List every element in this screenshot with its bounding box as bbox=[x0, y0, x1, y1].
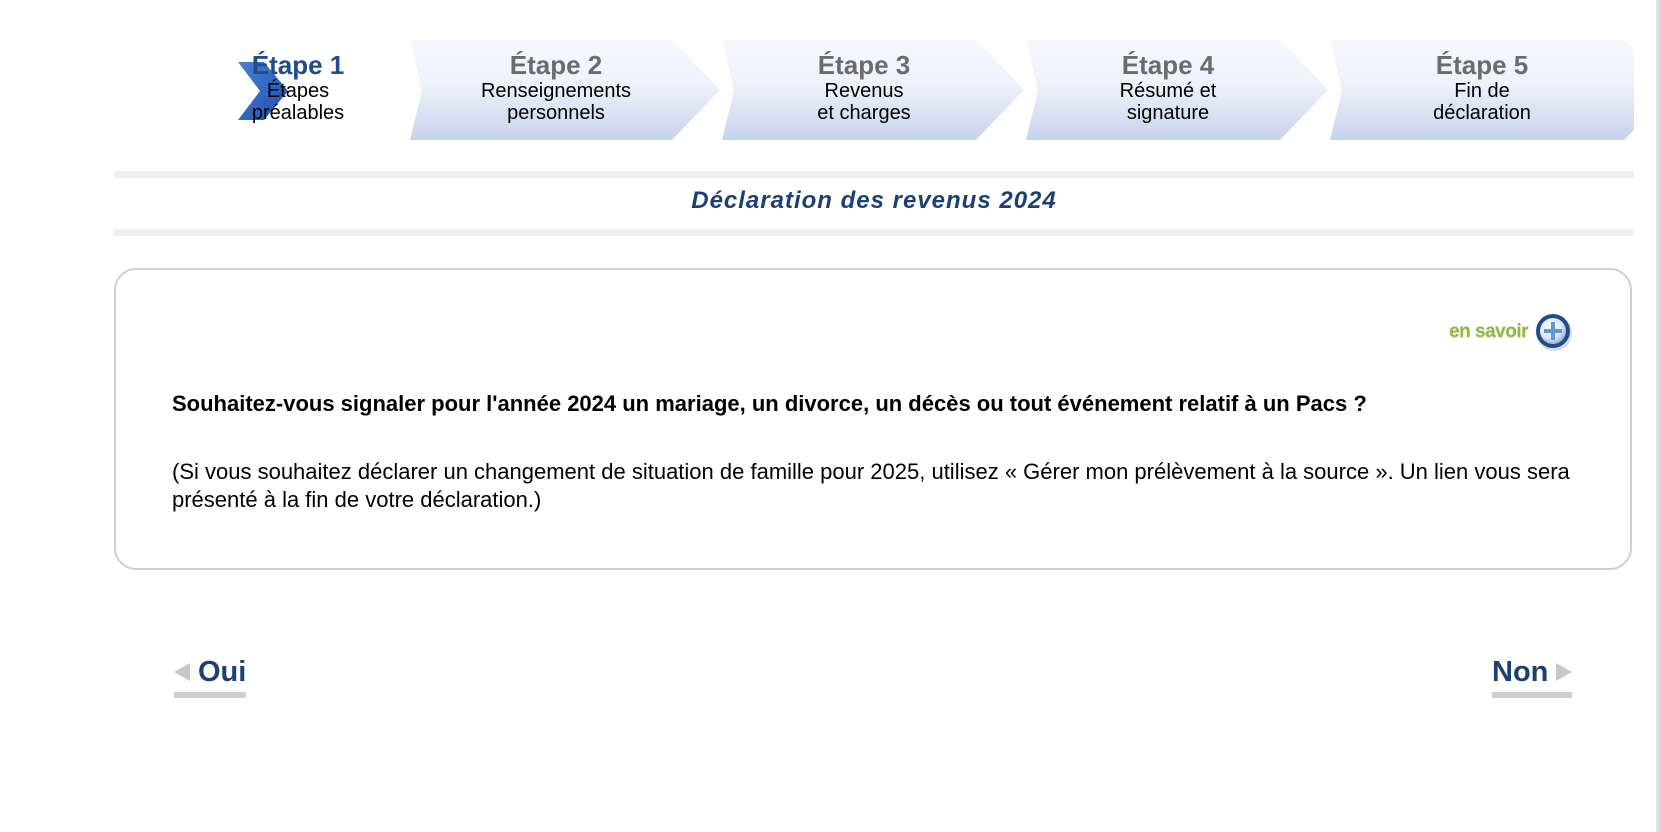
oui-button[interactable]: Oui bbox=[174, 652, 247, 698]
step-3-subtitle: Revenus et charges bbox=[817, 80, 911, 124]
non-button[interactable]: Non bbox=[1492, 652, 1573, 698]
en-savoir-plus-link[interactable]: en savoir bbox=[1449, 312, 1574, 352]
en-savoir-label: en savoir bbox=[1449, 321, 1528, 342]
step-3: Étape 3 Revenus et charges bbox=[722, 40, 1024, 140]
triangle-left-icon bbox=[174, 663, 190, 681]
page-title: Déclaration des revenus 2024 bbox=[691, 187, 1057, 214]
non-label: Non bbox=[1492, 655, 1549, 688]
step-1-title: Étape 1 bbox=[251, 50, 345, 80]
oui-label: Oui bbox=[198, 655, 247, 688]
title-band-bottom bbox=[114, 229, 1634, 236]
triangle-right-icon bbox=[1556, 663, 1573, 681]
step-2-subtitle: Renseignements personnels bbox=[480, 80, 632, 124]
step-2: Étape 2 Renseignements personnels bbox=[410, 40, 720, 140]
step-2-title: Étape 2 bbox=[509, 50, 603, 80]
step-1-subtitle: Étapes préalables bbox=[251, 80, 345, 124]
situation-note: (Si vous souhaitez déclarer un changemen… bbox=[172, 459, 1570, 512]
step-3-title: Étape 3 bbox=[817, 50, 911, 80]
step-5-title: Étape 5 bbox=[1435, 50, 1529, 80]
step-5-subtitle: Fin de déclaration bbox=[1433, 80, 1531, 124]
situation-question: Souhaitez-vous signaler pour l'année 202… bbox=[172, 391, 1367, 416]
step-progress-bar: Étape 1 Étapes préalables Étape 2 Rensei… bbox=[0, 40, 1662, 140]
question-card: en savoir Souhaitez-vous signaler pour l… bbox=[114, 268, 1632, 570]
step-1: Étape 1 Étapes préalables bbox=[114, 40, 394, 140]
step-4: Étape 4 Résumé et signature bbox=[1026, 40, 1328, 140]
title-band-top bbox=[114, 171, 1634, 178]
step-4-title: Étape 4 bbox=[1121, 50, 1215, 80]
step-5: Étape 5 Fin de déclaration bbox=[1330, 40, 1634, 140]
plus-circle-icon bbox=[1536, 314, 1572, 351]
step-4-subtitle: Résumé et signature bbox=[1119, 80, 1217, 124]
